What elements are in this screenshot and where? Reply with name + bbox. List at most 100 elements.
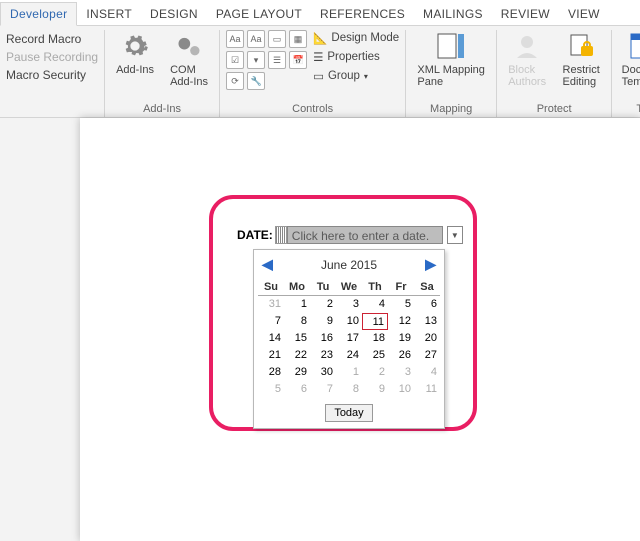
date-dropdown-button[interactable]: ▼: [447, 226, 463, 244]
checkbox-control-icon[interactable]: ☑: [226, 51, 244, 69]
calendar-day[interactable]: 11: [414, 381, 440, 398]
calendar-day[interactable]: 4: [362, 296, 388, 313]
group-protect: Block Authors Restrict Editing Protect: [497, 30, 612, 117]
date-placeholder[interactable]: Click here to enter a date.: [287, 226, 443, 244]
calendar-day[interactable]: 12: [388, 313, 414, 330]
datepicker-control-icon[interactable]: 📅: [289, 51, 307, 69]
legacy-tools-icon[interactable]: 🔧: [247, 72, 265, 90]
calendar-day[interactable]: 15: [284, 330, 310, 347]
calendar-day[interactable]: 21: [258, 347, 284, 364]
tab-mailings[interactable]: MAILINGS: [414, 3, 492, 25]
date-content-control[interactable]: DATE: Click here to enter a date. ▼: [237, 226, 463, 244]
calendar-day[interactable]: 10: [336, 313, 362, 330]
tab-review[interactable]: REVIEW: [492, 3, 559, 25]
prev-month-button[interactable]: ◀: [262, 256, 273, 273]
calendar-day[interactable]: 27: [414, 347, 440, 364]
calendar-day[interactable]: 8: [284, 313, 310, 330]
calendar-day[interactable]: 1: [284, 296, 310, 313]
calendar-day[interactable]: 3: [336, 296, 362, 313]
tab-developer[interactable]: Developer: [0, 2, 77, 26]
calendar-day[interactable]: 3: [388, 364, 414, 381]
xml-mapping-button[interactable]: XML Mapping Pane: [412, 30, 490, 88]
building-block-control-icon[interactable]: ▦: [289, 30, 307, 48]
calendar-day[interactable]: 11: [362, 313, 388, 330]
calendar-day[interactable]: 6: [414, 296, 440, 313]
calendar-day[interactable]: 2: [310, 296, 336, 313]
group-button[interactable]: ▭Group▾: [313, 69, 399, 83]
group-addins: Add-Ins COM Add-Ins Add-Ins: [105, 30, 220, 117]
macro-security-button[interactable]: Macro Security: [6, 68, 98, 82]
calendar-day[interactable]: 16: [310, 330, 336, 347]
group-icon: ▭: [313, 69, 324, 83]
com-addins-button[interactable]: COM Add-Ins: [165, 30, 213, 88]
control-handle-icon[interactable]: [275, 226, 287, 244]
calendar-day[interactable]: 9: [362, 381, 388, 398]
pause-recording-button: Pause Recording: [6, 50, 98, 64]
calendar-day[interactable]: 6: [284, 381, 310, 398]
dropdown-control-icon[interactable]: ☰: [268, 51, 286, 69]
calendar-day[interactable]: 18: [362, 330, 388, 347]
calendar-day[interactable]: 19: [388, 330, 414, 347]
record-macro-button[interactable]: Record Macro: [6, 32, 98, 46]
today-button[interactable]: Today: [325, 404, 372, 422]
repeating-control-icon[interactable]: ⟳: [226, 72, 244, 90]
calendar-day[interactable]: 5: [388, 296, 414, 313]
calendar-day[interactable]: 26: [388, 347, 414, 364]
group-controls: Aa Aa ▭ ▦ ☑ ▾ ☰ 📅 ⟳ 🔧 📐Design Mode: [220, 30, 406, 117]
calendar-day[interactable]: 1: [336, 364, 362, 381]
plain-text-control-icon[interactable]: Aa: [247, 30, 265, 48]
calendar-day[interactable]: 4: [414, 364, 440, 381]
calendar-day[interactable]: 14: [258, 330, 284, 347]
weekday: Su: [258, 279, 284, 296]
rich-text-control-icon[interactable]: Aa: [226, 30, 244, 48]
group-label-controls: Controls: [226, 101, 399, 115]
calendar-day[interactable]: 29: [284, 364, 310, 381]
picture-control-icon[interactable]: ▭: [268, 30, 286, 48]
group-code: Record Macro Pause Recording Macro Secur…: [0, 30, 105, 117]
calendar-day[interactable]: 9: [310, 313, 336, 330]
weekday-header: SuMoTuWeThFrSa: [258, 279, 440, 296]
tab-references[interactable]: REFERENCES: [311, 3, 414, 25]
calendar-day[interactable]: 23: [310, 347, 336, 364]
group-mapping: XML Mapping Pane Mapping: [406, 30, 497, 117]
design-mode-button[interactable]: 📐Design Mode: [313, 31, 399, 45]
calendar-day[interactable]: 17: [336, 330, 362, 347]
ruler-icon: 📐: [313, 31, 327, 45]
calendar-day[interactable]: 7: [258, 313, 284, 330]
tab-design[interactable]: DESIGN: [141, 3, 207, 25]
calendar-popup: ◀ June 2015 ▶ SuMoTuWeThFrSa 31123456789…: [253, 249, 445, 429]
restrict-editing-button[interactable]: Restrict Editing: [557, 30, 605, 88]
calendar-day[interactable]: 31: [258, 296, 284, 313]
weekday: Tu: [310, 279, 336, 296]
gears-icon: [173, 30, 205, 62]
month-label[interactable]: June 2015: [321, 258, 377, 272]
lock-icon: [565, 30, 597, 62]
weekday: Mo: [284, 279, 310, 296]
calendar-day[interactable]: 30: [310, 364, 336, 381]
ribbon: Record Macro Pause Recording Macro Secur…: [0, 26, 640, 118]
calendar-day[interactable]: 24: [336, 347, 362, 364]
calendar-day[interactable]: 13: [414, 313, 440, 330]
combobox-control-icon[interactable]: ▾: [247, 51, 265, 69]
block-authors-button[interactable]: Block Authors: [503, 30, 551, 88]
weekday: We: [336, 279, 362, 296]
calendar-day[interactable]: 28: [258, 364, 284, 381]
properties-button[interactable]: ☰Properties: [313, 50, 399, 64]
calendar-day[interactable]: 22: [284, 347, 310, 364]
tab-page-layout[interactable]: PAGE LAYOUT: [207, 3, 311, 25]
calendar-day[interactable]: 5: [258, 381, 284, 398]
next-month-button[interactable]: ▶: [425, 256, 436, 273]
tab-insert[interactable]: INSERT: [77, 3, 141, 25]
calendar-day[interactable]: 7: [310, 381, 336, 398]
document-template-button[interactable]: Docume Templa: [618, 30, 640, 88]
calendar-day[interactable]: 8: [336, 381, 362, 398]
calendar-day[interactable]: 25: [362, 347, 388, 364]
gear-icon: [119, 30, 151, 62]
calendar-day[interactable]: 10: [388, 381, 414, 398]
calendar-day[interactable]: 2: [362, 364, 388, 381]
properties-icon: ☰: [313, 50, 323, 64]
calendar-day[interactable]: 20: [414, 330, 440, 347]
group-label-mapping: Mapping: [412, 101, 490, 115]
tab-view[interactable]: VIEW: [559, 3, 609, 25]
addins-button[interactable]: Add-Ins: [111, 30, 159, 76]
